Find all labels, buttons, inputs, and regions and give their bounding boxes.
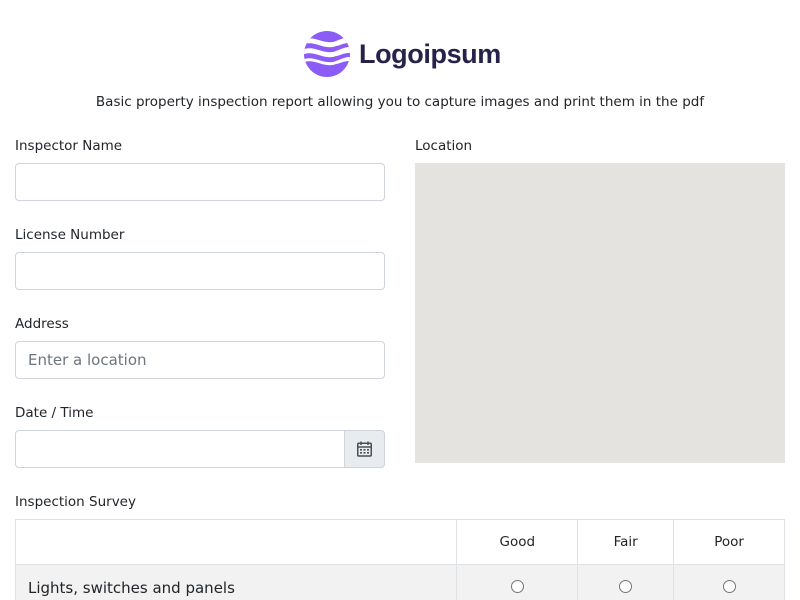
column-header-fair: Fair [577, 519, 675, 565]
inspector-name-label: Inspector Name [15, 138, 123, 154]
radio-poor[interactable] [722, 580, 736, 593]
inspector-name-field[interactable] [15, 163, 385, 201]
license-number-label: License Number [15, 227, 125, 243]
radio-cell-fair [577, 564, 675, 600]
date-time-field[interactable] [15, 430, 344, 468]
column-header-poor: Poor [673, 519, 785, 565]
address-label: Address [15, 316, 69, 332]
column-header-good: Good [456, 519, 579, 565]
radio-cell-good [456, 564, 579, 600]
logo: Logoipsum [304, 30, 501, 78]
inspection-survey-label: Inspection Survey [15, 494, 136, 510]
radio-fair[interactable] [619, 580, 633, 593]
logo-mark-icon [304, 31, 350, 77]
radio-cell-poor [673, 564, 785, 600]
location-label: Location [415, 138, 473, 154]
table-row: Lights, switches and panels [14, 564, 785, 600]
page-subtitle: Basic property inspection report allowin… [95, 94, 705, 110]
date-time-group [15, 430, 385, 468]
location-map[interactable] [415, 163, 785, 463]
inspection-survey-table: Good Fair Poor Lights, switches and pane… [14, 519, 785, 600]
date-picker-button[interactable] [344, 430, 385, 468]
license-number-field[interactable] [15, 252, 385, 290]
calendar-icon [357, 441, 372, 457]
date-time-label: Date / Time [15, 405, 94, 421]
column-header-item [14, 519, 458, 565]
row-label: Lights, switches and panels [14, 564, 458, 600]
logo-text: Logoipsum [359, 38, 501, 69]
table-header-row: Good Fair Poor [14, 519, 785, 565]
address-field[interactable] [15, 341, 385, 379]
radio-good[interactable] [510, 580, 524, 593]
